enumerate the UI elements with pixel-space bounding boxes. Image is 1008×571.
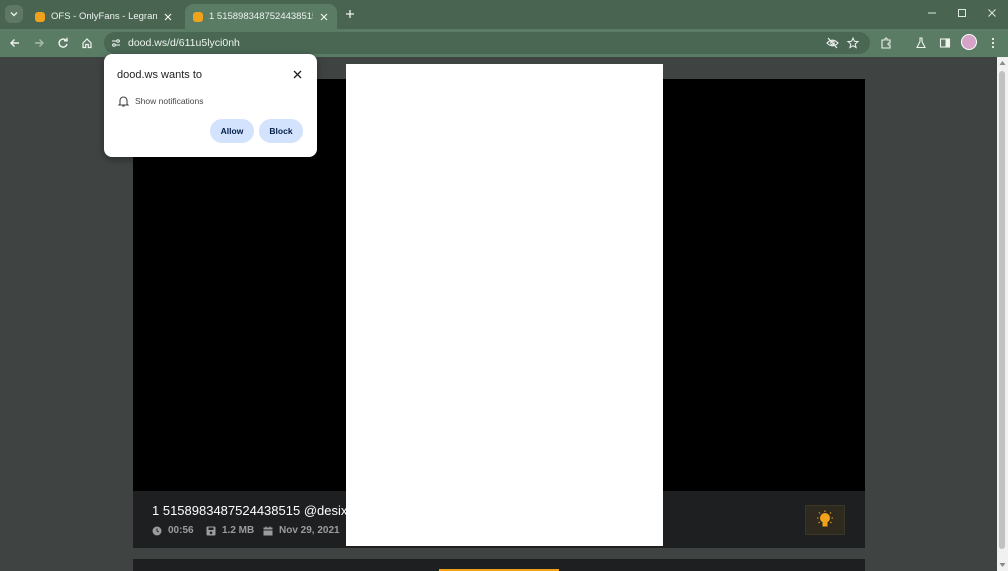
close-icon: [320, 13, 328, 20]
video-date: Nov 29, 2021: [263, 525, 340, 536]
tab-dood-video[interactable]: 1 5158983487524438515 @desi: [185, 4, 337, 29]
flask-icon: [916, 37, 926, 49]
site-settings-icon: [112, 39, 120, 47]
tab-search-button[interactable]: [5, 5, 23, 23]
close-icon: [988, 9, 996, 17]
tab-strip: OFS - OnlyFans - Legrand Wolf 1 51589834…: [0, 0, 1008, 29]
page-scrollbar[interactable]: [997, 57, 1008, 571]
scroll-thumb[interactable]: [999, 71, 1005, 549]
date-text: Nov 29, 2021: [279, 525, 340, 536]
duration-text: 00:56: [168, 525, 194, 536]
clock-icon: [152, 526, 162, 535]
bookmark-star-icon[interactable]: [847, 37, 859, 49]
scroll-down-icon[interactable]: [999, 562, 1006, 568]
arrow-left-icon: [10, 39, 19, 47]
video-size: 1.2 MB: [206, 525, 254, 536]
permission-label: Show notifications: [135, 96, 204, 106]
block-button[interactable]: Block: [259, 119, 303, 143]
close-icon: [293, 70, 301, 78]
puzzle-icon: [881, 37, 891, 49]
video-duration: 00:56: [152, 525, 194, 536]
tab-title: 1 5158983487524438515 @desi: [209, 11, 313, 22]
back-button[interactable]: [7, 35, 23, 51]
url-text[interactable]: dood.ws/d/611u5lyci0nh: [128, 37, 240, 49]
maximize-icon: [958, 9, 966, 17]
side-panel-button[interactable]: [937, 35, 953, 51]
new-tab-button[interactable]: [342, 6, 358, 22]
tab-onlyfans[interactable]: OFS - OnlyFans - Legrand Wolf: [27, 4, 181, 29]
notification-permission-prompt: dood.ws wants to Show notifications Allo…: [104, 54, 317, 157]
maximize-button[interactable]: [947, 3, 977, 23]
plus-icon: [346, 10, 354, 18]
close-window-button[interactable]: [977, 3, 1007, 23]
video-title: 1 5158983487524438515 @desix: [152, 503, 348, 518]
home-icon: [82, 38, 92, 49]
close-icon: [164, 13, 172, 20]
labs-button[interactable]: [913, 35, 929, 51]
size-text: 1.2 MB: [222, 525, 255, 536]
forward-button[interactable]: [31, 35, 47, 51]
chevron-down-icon: [10, 12, 18, 17]
lights-toggle-button[interactable]: [805, 505, 845, 535]
reload-button[interactable]: [55, 35, 71, 51]
prompt-close-button[interactable]: [290, 67, 304, 81]
prompt-title: dood.ws wants to: [117, 69, 202, 81]
scroll-up-icon[interactable]: [999, 60, 1006, 66]
allow-button[interactable]: Allow: [210, 119, 254, 143]
blank-overlay[interactable]: [346, 64, 663, 546]
browser-toolbar: dood.ws/d/611u5lyci0nh: [0, 29, 1008, 57]
profile-avatar[interactable]: [961, 34, 977, 50]
tab-close-button[interactable]: [317, 10, 331, 24]
minimize-icon: [928, 12, 936, 14]
bell-icon: [118, 96, 129, 107]
lightbulb-icon: [817, 510, 833, 527]
save-disk-icon: [206, 526, 216, 535]
address-bar[interactable]: dood.ws/d/611u5lyci0nh: [104, 32, 870, 54]
calendar-icon: [263, 526, 273, 535]
home-button[interactable]: [79, 35, 95, 51]
browser-menu-button[interactable]: [985, 35, 1001, 51]
reload-icon: [58, 37, 68, 48]
side-panel-icon: [939, 38, 951, 48]
more-vertical-icon: [991, 37, 995, 49]
arrow-right-icon: [35, 39, 44, 47]
extensions-button[interactable]: [878, 35, 894, 51]
minimize-button[interactable]: [917, 3, 947, 23]
next-panel: [133, 559, 865, 571]
site-favicon-icon: [193, 11, 203, 22]
permission-row: Show notifications: [118, 95, 204, 107]
tab-close-button[interactable]: [161, 10, 175, 24]
site-favicon-icon: [35, 11, 45, 22]
tab-title: OFS - OnlyFans - Legrand Wolf: [51, 11, 157, 22]
tracking-protection-eye-off-icon[interactable]: [826, 37, 839, 49]
